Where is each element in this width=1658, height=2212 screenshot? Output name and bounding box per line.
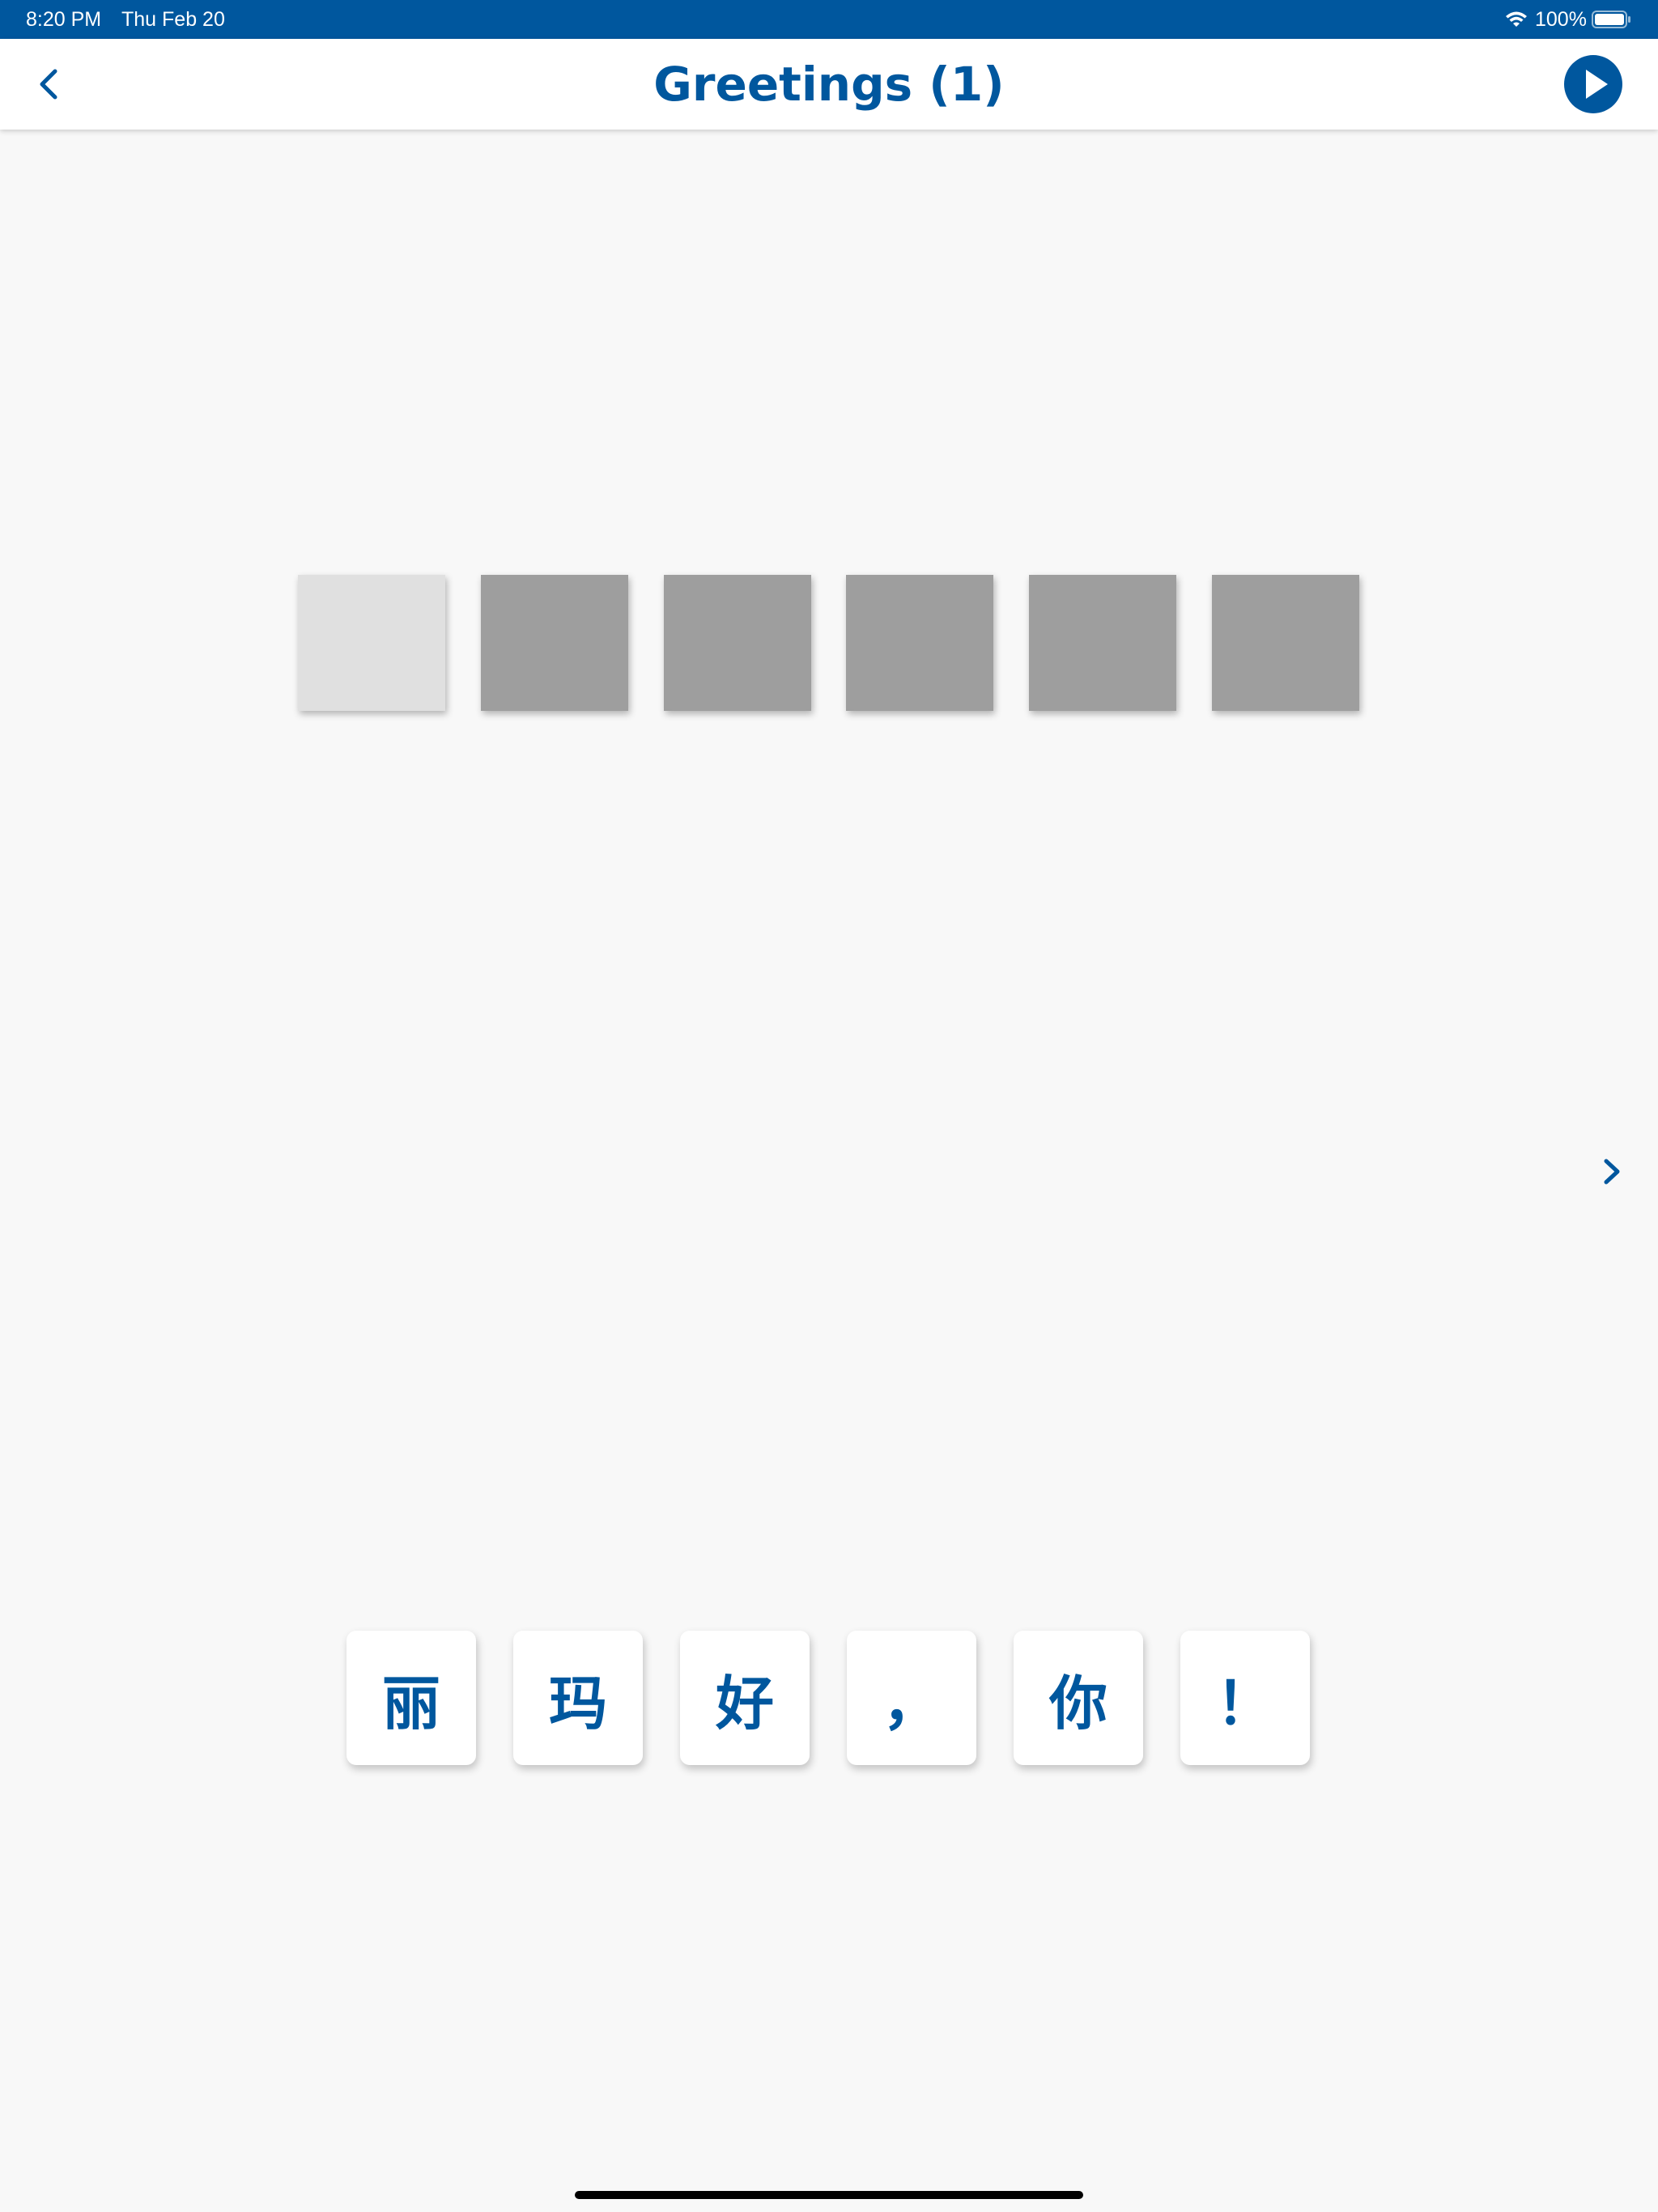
play-audio-button[interactable] xyxy=(1564,55,1622,113)
character-tile[interactable]: 好 xyxy=(680,1631,810,1765)
answer-slot[interactable] xyxy=(846,575,993,711)
answer-slot[interactable] xyxy=(1029,575,1176,711)
navigation-bar: Greetings (1) xyxy=(0,39,1658,130)
answer-slot[interactable] xyxy=(298,575,445,711)
answer-slot[interactable] xyxy=(481,575,628,711)
answer-slot[interactable] xyxy=(1212,575,1359,711)
wifi-icon xyxy=(1506,11,1527,27)
home-indicator[interactable] xyxy=(575,2191,1083,2199)
page-title: Greetings (1) xyxy=(653,57,1005,112)
back-button[interactable] xyxy=(24,60,73,108)
character-tile[interactable]: 你 xyxy=(1014,1631,1143,1765)
battery-percentage: 100% xyxy=(1535,8,1587,31)
character-tile[interactable]: 玛 xyxy=(513,1631,643,1765)
play-circle-icon xyxy=(1586,70,1608,99)
character-tile[interactable]: 丽 xyxy=(346,1631,476,1765)
status-bar: 8:20 PM Thu Feb 20 100% xyxy=(0,0,1658,39)
character-tile[interactable]: ， xyxy=(847,1631,976,1765)
status-date: Thu Feb 20 xyxy=(121,8,225,31)
character-tile[interactable]: ！ xyxy=(1180,1631,1310,1765)
answer-slot[interactable] xyxy=(664,575,811,711)
status-time: 8:20 PM xyxy=(26,8,102,31)
chevron-right-icon[interactable] xyxy=(1593,1150,1630,1193)
battery-icon xyxy=(1592,11,1630,28)
chevron-left-icon xyxy=(40,69,57,100)
